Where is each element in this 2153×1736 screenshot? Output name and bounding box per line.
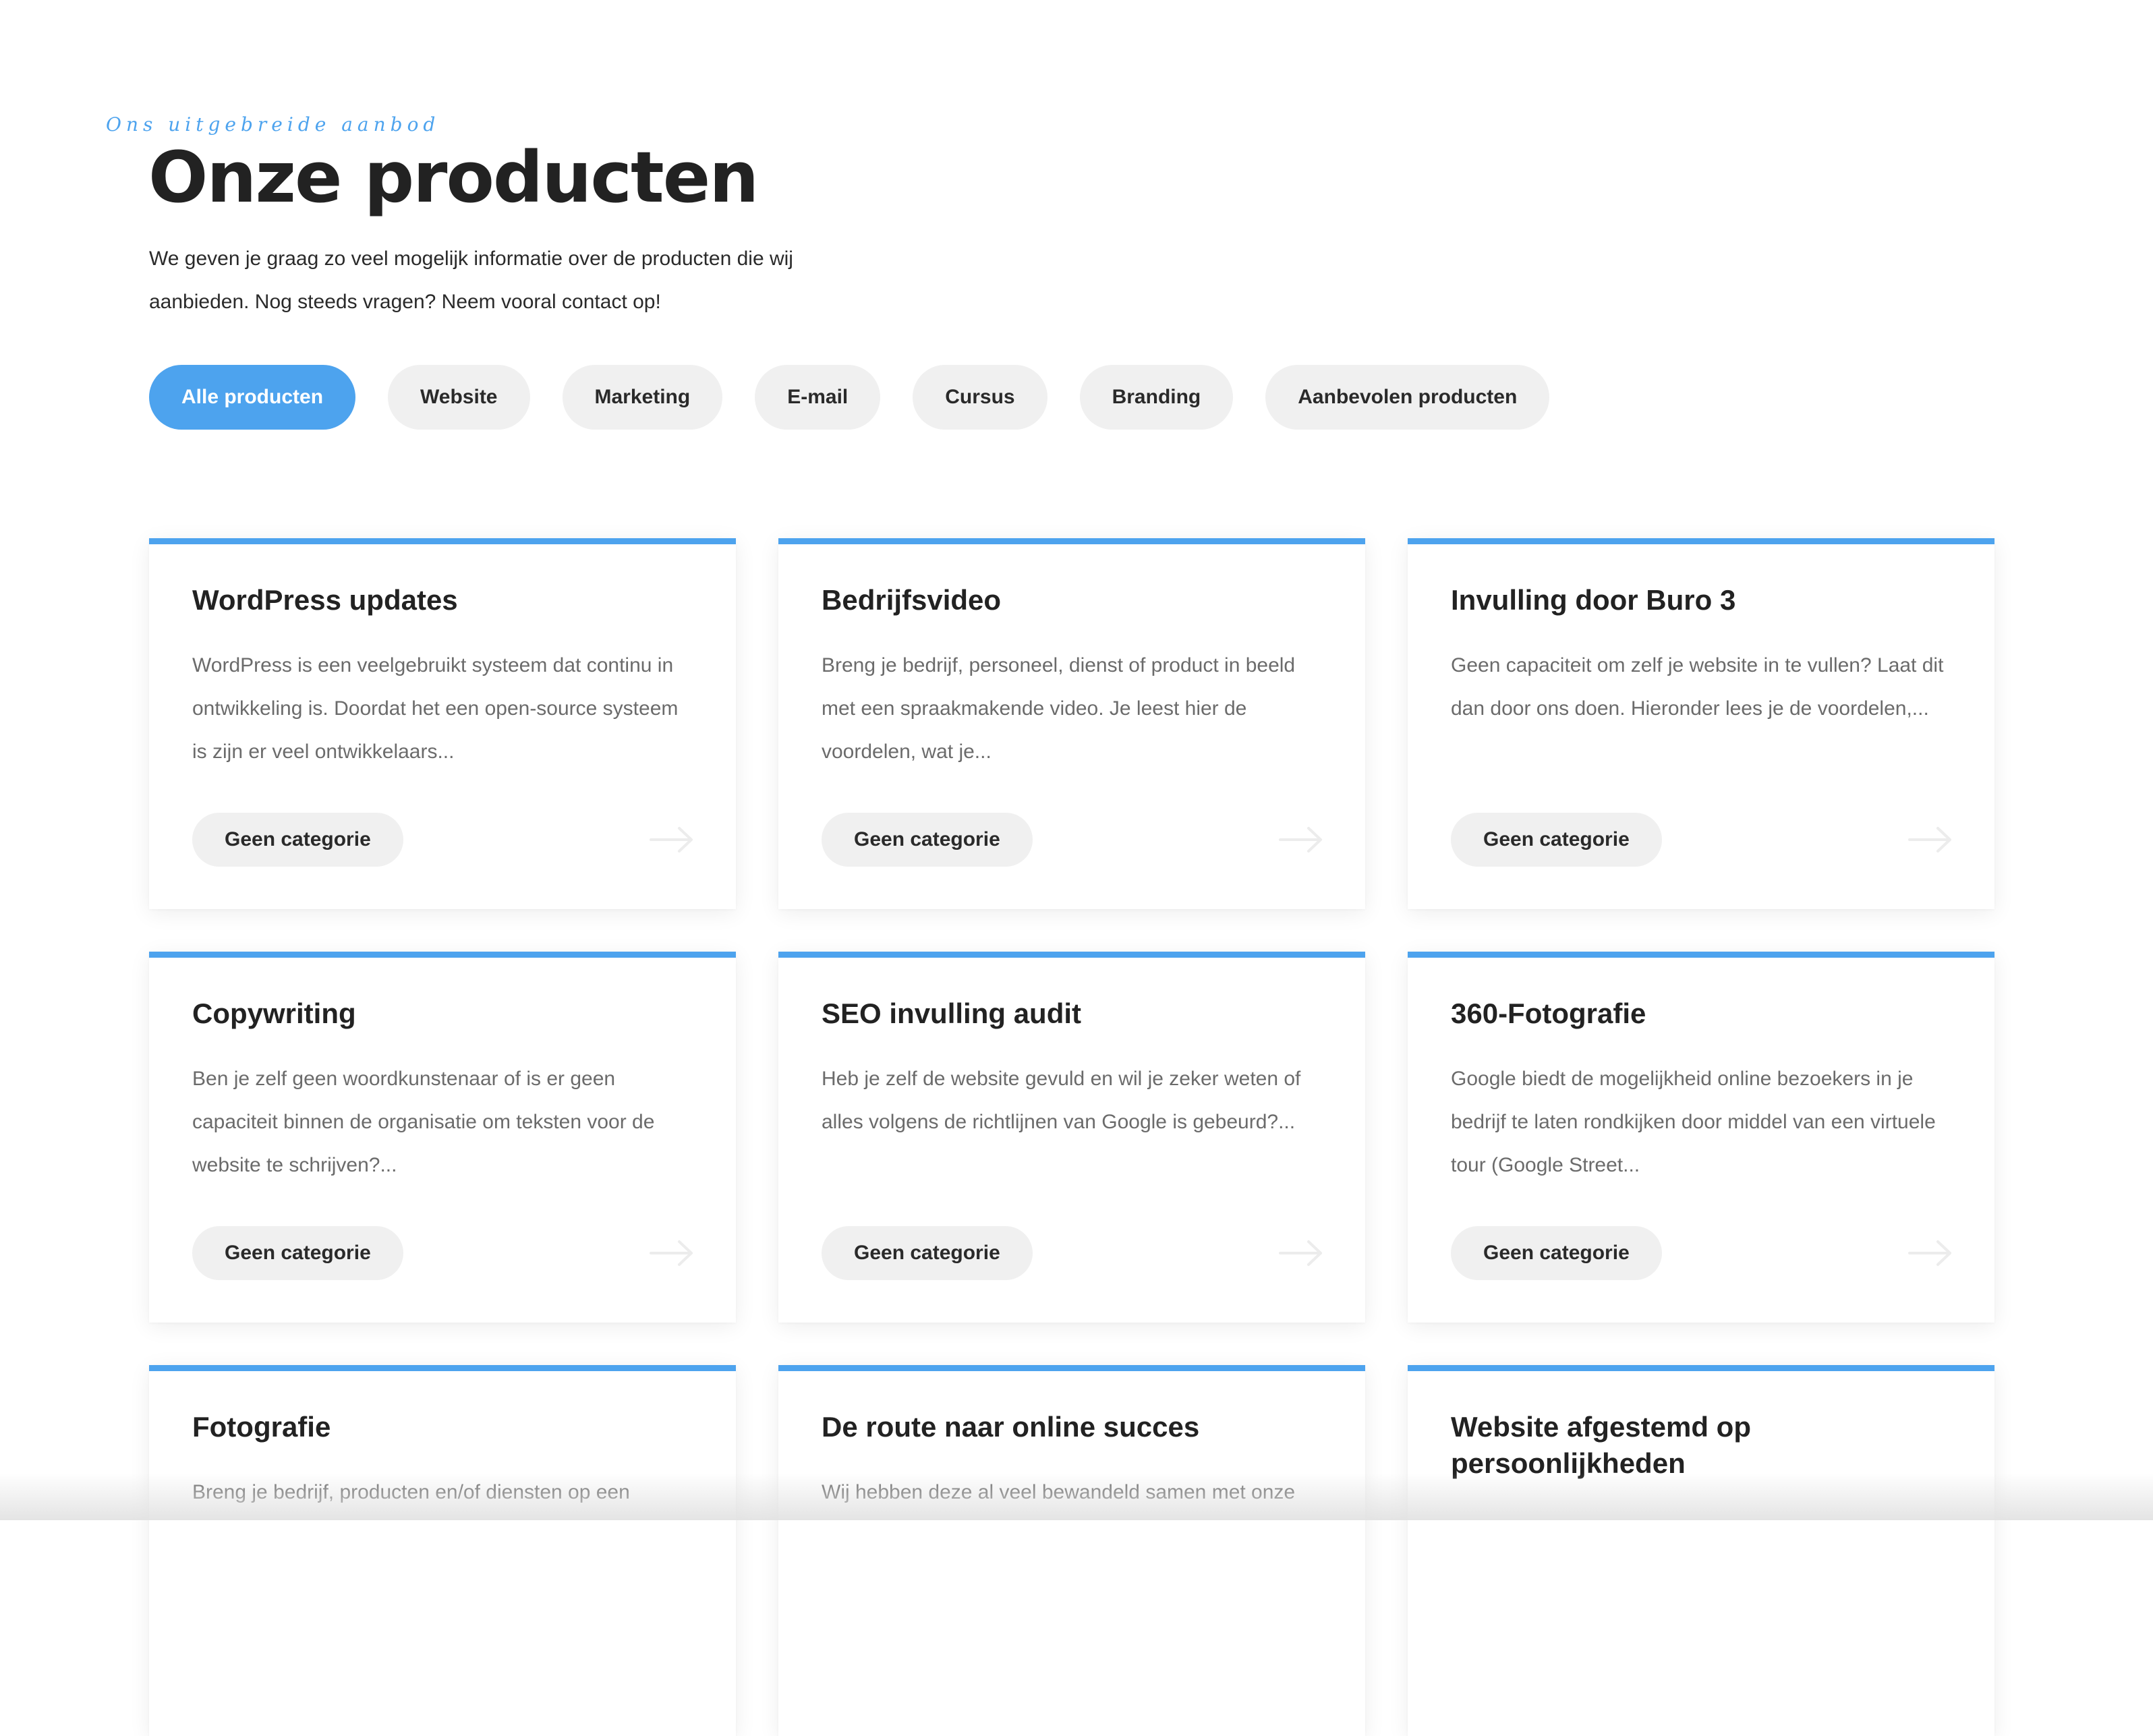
category-tag[interactable]: Geen categorie — [822, 1226, 1033, 1280]
product-card[interactable]: Copywriting Ben je zelf geen woordkunste… — [149, 952, 736, 1323]
arrow-right-icon[interactable] — [1908, 1238, 1953, 1268]
product-title: Fotografie — [192, 1411, 331, 1443]
product-description: Heb je zelf de website gevuld en wil je … — [822, 1068, 1301, 1133]
product-title: SEO invulling audit — [822, 997, 1082, 1029]
category-tag[interactable]: Geen categorie — [1451, 1226, 1662, 1280]
arrow-right-icon[interactable] — [650, 825, 694, 855]
product-title: Invulling door Buro 3 — [1451, 584, 1736, 616]
product-description: WordPress is een veelgebruikt systeem da… — [192, 654, 679, 763]
filter-email[interactable]: E-mail — [755, 365, 881, 430]
product-card[interactable]: Invulling door Buro 3 Geen capaciteit om… — [1408, 538, 1994, 909]
category-tag[interactable]: Geen categorie — [192, 1226, 403, 1280]
page-title: Onze producten — [148, 136, 759, 219]
filter-cursus[interactable]: Cursus — [913, 365, 1047, 430]
filter-recommended-products[interactable]: Aanbevolen producten — [1265, 365, 1550, 430]
filter-marketing[interactable]: Marketing — [562, 365, 723, 430]
product-title: Copywriting — [192, 997, 356, 1029]
product-title: WordPress updates — [192, 584, 458, 616]
product-description: Breng je bedrijf, producten en/of dienst… — [192, 1481, 630, 1503]
product-description: Google biedt de mogelijkheid online bezo… — [1451, 1068, 1936, 1176]
product-description: Breng je bedrijf, personeel, dienst of p… — [822, 654, 1296, 763]
intro-text: We geven je graag zo veel mogelijk infor… — [149, 248, 793, 313]
section-eyebrow: Ons uitgebreide aanbod — [106, 113, 440, 136]
product-description: Ben je zelf geen woordkunstenaar of is e… — [192, 1068, 655, 1176]
product-card[interactable]: WordPress updates WordPress is een veelg… — [149, 538, 736, 909]
product-card[interactable]: Website afgestemd op persoonlijkheden — [1408, 1365, 1994, 1736]
arrow-right-icon[interactable] — [1279, 1238, 1323, 1268]
filter-branding[interactable]: Branding — [1079, 365, 1234, 430]
product-card[interactable]: De route naar online succes Wij hebben d… — [778, 1365, 1365, 1736]
product-title: Bedrijfsvideo — [822, 584, 1002, 616]
product-card[interactable]: Bedrijfsvideo Breng je bedrijf, personee… — [778, 538, 1365, 909]
product-card[interactable]: SEO invulling audit Heb je zelf de websi… — [778, 952, 1365, 1323]
arrow-right-icon[interactable] — [650, 1238, 694, 1268]
product-title: 360-Fotografie — [1451, 997, 1646, 1029]
filter-all-products[interactable]: Alle producten — [149, 365, 356, 430]
product-card[interactable]: 360-Fotografie Google biedt de mogelijkh… — [1408, 952, 1994, 1323]
arrow-right-icon[interactable] — [1908, 825, 1953, 855]
arrow-right-icon[interactable] — [1279, 825, 1323, 855]
product-description: Geen capaciteit om zelf je website in te… — [1451, 654, 1944, 720]
category-tag[interactable]: Geen categorie — [1451, 813, 1662, 867]
product-card[interactable]: Fotografie Breng je bedrijf, producten e… — [149, 1365, 736, 1736]
filter-website[interactable]: Website — [388, 365, 530, 430]
category-tag[interactable]: Geen categorie — [822, 813, 1033, 867]
filter-bar: Alle producten Website Marketing E-mail … — [149, 365, 1550, 430]
category-tag[interactable]: Geen categorie — [192, 813, 403, 867]
product-title: Website afgestemd op persoonlijkheden — [1451, 1411, 1751, 1479]
product-title: De route naar online succes — [822, 1411, 1200, 1443]
product-description: Wij hebben deze al veel bewandeld samen … — [822, 1481, 1296, 1503]
product-grid: WordPress updates WordPress is een veelg… — [149, 538, 1994, 1736]
